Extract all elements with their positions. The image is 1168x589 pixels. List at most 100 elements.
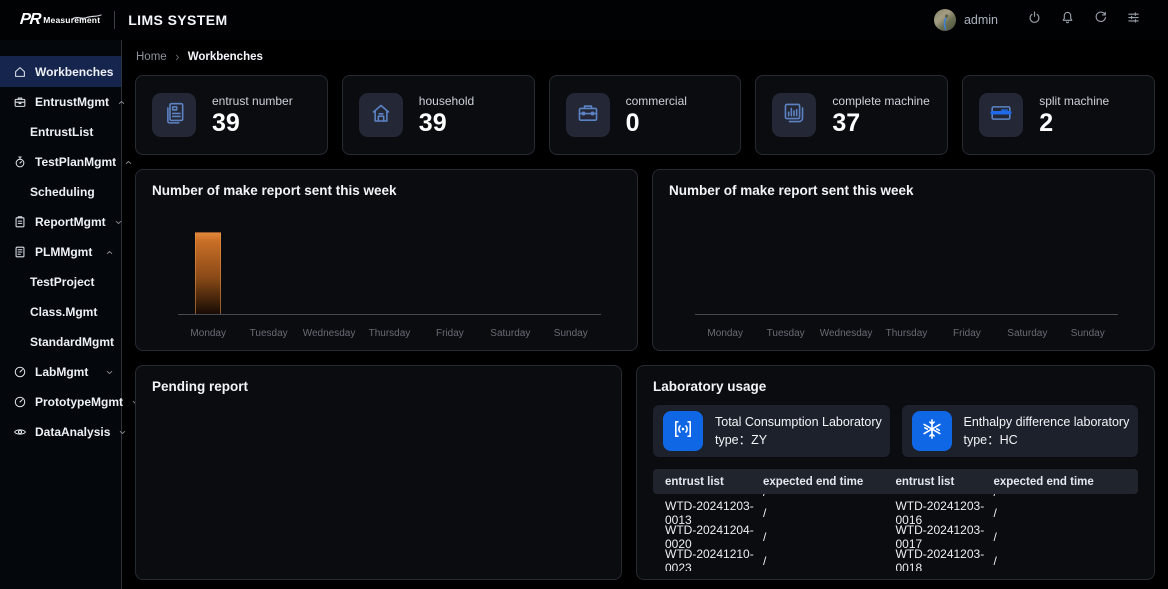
x-tick-label: Wednesday bbox=[299, 328, 359, 339]
chart-slot-sunday bbox=[541, 210, 601, 314]
chart-plot bbox=[695, 210, 1118, 315]
sidebar-item-dataanalysis[interactable]: DataAnalysis bbox=[0, 417, 121, 447]
lab-table-header: entrust listexpected end timeentrust lis… bbox=[653, 469, 1138, 494]
lab-cell: / bbox=[993, 494, 1126, 499]
stat-value: 0 bbox=[626, 111, 687, 136]
sidebar-item-labmgmt[interactable]: LabMgmt bbox=[0, 357, 121, 387]
lab-name: Enthalpy difference laboratory bbox=[964, 413, 1130, 431]
stat-card-complete-machine: complete machine37 bbox=[755, 75, 948, 155]
gauge-icon bbox=[13, 395, 27, 409]
sidebar-item-scheduling[interactable]: Scheduling bbox=[0, 177, 121, 207]
panel-title: Pending report bbox=[152, 379, 248, 394]
chevron-down-icon bbox=[105, 368, 114, 377]
header-actions bbox=[1018, 6, 1150, 34]
x-tick-label: Thursday bbox=[359, 328, 419, 339]
sidebar-item-testplanmgmt[interactable]: TestPlanMgmt bbox=[0, 147, 121, 177]
stat-label: household bbox=[419, 94, 474, 108]
sidebar-item-workbenches[interactable]: Workbenches bbox=[0, 56, 121, 87]
bell-button[interactable] bbox=[1051, 6, 1084, 34]
logo-secondary: Measurement bbox=[43, 15, 100, 25]
app-title: LIMS SYSTEM bbox=[128, 12, 227, 28]
stat-text: split machine2 bbox=[1039, 94, 1109, 136]
sidebar-item-class-mgmt[interactable]: Class.Mgmt bbox=[0, 297, 121, 327]
refresh-button[interactable] bbox=[1084, 6, 1117, 34]
stat-icon-tile bbox=[772, 93, 816, 137]
stat-icon-tile bbox=[152, 93, 196, 137]
sliders-icon bbox=[1126, 10, 1141, 30]
expected-end-time-cell: / bbox=[993, 530, 1126, 544]
brand-logo: PR Measurement bbox=[20, 11, 100, 29]
bottom-row: Pending report Laboratory usage Total Co… bbox=[135, 365, 1155, 580]
chart-slot-thursday bbox=[876, 210, 936, 314]
sidebar-item-label: TestProject bbox=[30, 275, 94, 289]
lab-column-header: expected end time bbox=[763, 476, 896, 488]
chart-slot-wednesday bbox=[816, 210, 876, 314]
stat-value: 37 bbox=[832, 111, 929, 136]
lab-name: Total Consumption Laboratory bbox=[715, 413, 882, 431]
x-tick-label: Friday bbox=[937, 328, 997, 339]
sidebar-item-label: LabMgmt bbox=[35, 365, 88, 379]
sidebar-item-label: DataAnalysis bbox=[35, 425, 110, 439]
refresh-icon bbox=[1093, 10, 1108, 30]
stat-text: household39 bbox=[419, 94, 474, 136]
report-chart-panel-right: Number of make report sent this week Mon… bbox=[652, 169, 1155, 351]
stat-icon-tile bbox=[566, 93, 610, 137]
lab-cards: Total Consumption Laboratorytype：ZY Entha… bbox=[653, 405, 1138, 457]
chart-slot-monday bbox=[178, 210, 238, 314]
toolbox-icon bbox=[576, 101, 600, 130]
sidebar-item-label: Class.Mgmt bbox=[30, 305, 97, 319]
sidebar-item-entrustmgmt[interactable]: EntrustMgmt bbox=[0, 87, 121, 117]
sidebar-item-reportmgmt[interactable]: ReportMgmt bbox=[0, 207, 121, 237]
lab-table-row: WTD-20241203-0013/WTD-20241203-0016/ bbox=[653, 499, 1138, 523]
chart-plot bbox=[178, 210, 601, 315]
lab-card-enthalpy-difference-laboratory: Enthalpy difference laboratorytype：HC bbox=[902, 405, 1139, 457]
x-tick-label: Sunday bbox=[541, 328, 601, 339]
user-name[interactable]: admin bbox=[964, 13, 998, 27]
stat-card-household: household39 bbox=[342, 75, 535, 155]
briefcase-icon bbox=[13, 95, 27, 109]
lab-type: type：HC bbox=[964, 431, 1130, 449]
chevron-up-icon bbox=[105, 248, 114, 257]
lab-column-header: entrust list bbox=[895, 476, 993, 488]
lab-type: type：ZY bbox=[715, 431, 882, 449]
chart-slot-thursday bbox=[359, 210, 419, 314]
stat-label: entrust number bbox=[212, 94, 293, 108]
report-chart-panel-left: Number of make report sent this week Mon… bbox=[135, 169, 638, 351]
laboratory-usage-panel: Laboratory usage Total Consumption Labor… bbox=[636, 365, 1155, 580]
sidebar-item-label: ReportMgmt bbox=[35, 215, 106, 229]
user-avatar[interactable] bbox=[934, 9, 956, 31]
x-tick-label: Friday bbox=[420, 328, 480, 339]
chart-x-labels: MondayTuesdayWednesdayThursdayFridaySatu… bbox=[695, 328, 1118, 339]
chart-slot-wednesday bbox=[299, 210, 359, 314]
lab-type-label: type： bbox=[715, 433, 751, 447]
sidebar-item-testproject[interactable]: TestProject bbox=[0, 267, 121, 297]
lab-table-row: WTD-20241210-0023/WTD-20241203-0018/ bbox=[653, 547, 1138, 571]
gauge-icon bbox=[13, 365, 27, 379]
expected-end-time-cell: / bbox=[763, 506, 896, 520]
sidebar-item-prototypemgmt[interactable]: PrototypeMgmt bbox=[0, 387, 121, 417]
x-tick-label: Tuesday bbox=[238, 328, 298, 339]
sidebar-item-plmmgmt[interactable]: PLMMgmt bbox=[0, 237, 121, 267]
x-tick-label: Saturday bbox=[480, 328, 540, 339]
sidebar-item-label: EntrustList bbox=[30, 125, 93, 139]
snowflake-icon bbox=[920, 417, 944, 446]
lab-table-rows: //WTD-20241203-0013/WTD-20241203-0016/WT… bbox=[653, 494, 1138, 571]
x-tick-label: Saturday bbox=[997, 328, 1057, 339]
power-button[interactable] bbox=[1018, 6, 1051, 34]
stat-value: 39 bbox=[212, 111, 293, 136]
stat-card-commercial: commercial0 bbox=[549, 75, 742, 155]
main-content: Home Workbenches entrust number 39 househo… bbox=[122, 40, 1168, 589]
sidebar-item-entrustlist[interactable]: EntrustList bbox=[0, 117, 121, 147]
lab-icon-tile bbox=[663, 411, 703, 451]
chart-slot-saturday bbox=[480, 210, 540, 314]
x-tick-label: Wednesday bbox=[816, 328, 876, 339]
breadcrumb-home[interactable]: Home bbox=[136, 51, 167, 63]
sliders-button[interactable] bbox=[1117, 6, 1150, 34]
chart-slot-monday bbox=[695, 210, 755, 314]
bar-chart-icon bbox=[782, 101, 806, 130]
charts-row: Number of make report sent this week Mon… bbox=[135, 169, 1155, 351]
breadcrumb-current: Workbenches bbox=[188, 51, 263, 63]
chart-slot-saturday bbox=[997, 210, 1057, 314]
sidebar-item-label: StandardMgmt bbox=[30, 335, 114, 349]
sidebar-item-standardmgmt[interactable]: StandardMgmt bbox=[0, 327, 121, 357]
